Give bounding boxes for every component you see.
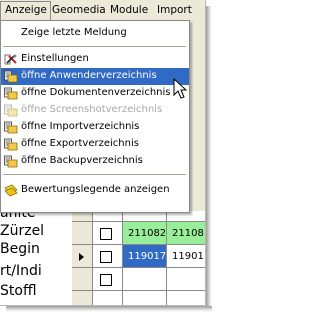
mouse-pointer-icon [173,78,187,99]
menu-item-oeffne-exportverzeichnis[interactable]: öffne Exportverzeichnis [1,136,189,153]
left-label-column: anite Zürzel Begin rt/Indi Stoffl [0,205,72,305]
menu-module[interactable]: Module [110,4,148,16]
menu-bar: Anzeige Geomedia Module Import [0,0,205,23]
anzeige-dropdown-menu: Zeige letzte Meldung Einstellungen öffne… [0,20,190,213]
menu-geomedia[interactable]: Geomedia [52,4,106,16]
data-grid: 211082 21108 119017 11901 [72,211,205,305]
menu-item-bewertungslegende-anzeigen[interactable]: Bewertungslegende anzeigen [1,182,189,199]
settings-icon [4,54,17,65]
table-cell-selected[interactable]: 119017 [122,245,166,268]
menu-item-label: Zeige letzte Meldung [21,27,127,38]
menu-item-label: öffne Backupverzeichnis [21,155,143,166]
table-cell[interactable]: 11901 [166,245,205,268]
legend-icon [4,184,18,197]
menu-item-label: Bewertungslegende anzeigen [21,184,170,195]
menu-separator [3,174,186,175]
menu-item-label: öffne Dokumentenverzeichnis [21,87,171,98]
menu-item-einstellungen[interactable]: Einstellungen [1,51,189,68]
left-label: rt/Indi [0,263,42,279]
menu-item-oeffne-dokumentenverzeichnis[interactable]: öffne Dokumentenverzeichnis [1,85,189,102]
menu-item-label: Einstellungen [21,53,89,64]
grid-line [122,211,123,305]
left-label: Begin [0,241,40,257]
menu-separator [3,46,186,47]
table-cell[interactable] [166,268,205,291]
grid-line [92,211,93,305]
row-checkbox[interactable] [100,274,112,286]
left-label: Stoffl [0,283,37,299]
window-shadow [206,6,212,312]
current-row-pointer-icon [79,253,84,261]
menu-item-oeffne-screenshotverzeichnis[interactable]: öffne Screenshotverzeichnis [1,102,189,119]
table-row-checkbox-cell [92,222,122,245]
grid-line [166,211,167,305]
menu-item-label: öffne Exportverzeichnis [21,138,139,149]
menu-import[interactable]: Import [157,4,192,16]
table-cell[interactable]: 211082 [122,222,166,245]
menu-item-label: öffne Anwenderverzeichnis [21,70,157,81]
table-cell[interactable]: 21108 [166,222,205,245]
folder-icon [4,121,18,134]
table-row-checkbox-cell [92,245,122,268]
menu-item-label: öffne Importverzeichnis [21,121,140,132]
app-window: Anzeige Geomedia Module Import anite Zür… [0,0,206,306]
table-cell[interactable] [122,268,166,291]
menu-item-zeige-letzte-meldung[interactable]: Zeige letzte Meldung [1,25,189,42]
row-checkbox[interactable] [100,228,112,240]
menu-item-oeffne-backupverzeichnis[interactable]: öffne Backupverzeichnis [1,153,189,170]
menu-item-oeffne-anwenderverzeichnis[interactable]: öffne Anwenderverzeichnis [1,68,189,85]
folder-icon [4,104,18,117]
window-shadow [6,306,212,312]
table-row-checkbox-cell [92,268,122,291]
folder-icon [4,87,18,100]
menu-item-label: öffne Screenshotverzeichnis [21,104,163,115]
folder-icon [4,138,18,151]
folder-icon [4,70,18,83]
menu-item-oeffne-importverzeichnis[interactable]: öffne Importverzeichnis [1,119,189,136]
row-checkbox[interactable] [100,251,112,263]
folder-icon [4,155,18,168]
left-label: Zürzel [0,223,45,239]
